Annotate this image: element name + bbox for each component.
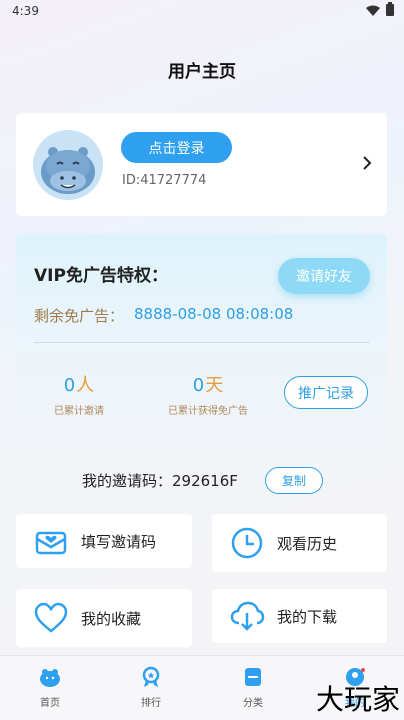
menu-fill-invite-code[interactable]: 填写邀请码 [16, 514, 192, 568]
clock-icon [231, 527, 263, 559]
copy-button[interactable]: 复制 [265, 467, 323, 494]
status-icons [366, 2, 394, 16]
stat-ad-free-days: 0 天 已累计获得免广告 [148, 371, 268, 417]
menu-label: 填写邀请码 [81, 532, 157, 551]
nav-label: 排行 [141, 698, 161, 709]
nav-label: 分类 [243, 698, 263, 709]
stat-number: 0 [63, 375, 76, 396]
category-icon [245, 668, 261, 686]
avatar[interactable] [33, 130, 103, 200]
status-bar: 4:39 [0, 0, 404, 24]
menu-label: 我的下载 [277, 607, 338, 626]
remaining-label: 剩余免广告： [34, 307, 125, 325]
medal-icon [142, 666, 160, 687]
stat-number: 0 [192, 375, 205, 396]
menu-watch-history[interactable]: 观看历史 [212, 514, 387, 572]
profile-card[interactable]: 点击登录 ID:41727774 [16, 113, 387, 216]
stat-unit: 天 [205, 375, 224, 396]
remaining-value: 8888-08-08 08:08:08 [134, 305, 294, 323]
divider [34, 342, 370, 343]
stat-invited: 0 人 已累计邀请 [34, 371, 124, 417]
user-id: ID:41727774 [122, 173, 207, 188]
chevron-right-icon[interactable] [361, 155, 373, 171]
nav-ranking[interactable]: 排行 [121, 666, 181, 709]
page-title: 用户主页 [168, 62, 236, 82]
nav-label: 首页 [40, 698, 60, 709]
stat-value: 0 人 [34, 371, 124, 397]
invite-code-text: 我的邀请码：292616F [82, 472, 238, 490]
heart-icon [34, 602, 68, 633]
menu-downloads[interactable]: 我的下载 [212, 589, 387, 643]
wifi-icon [366, 5, 380, 16]
stat-label: 已累计获得免广告 [168, 406, 248, 417]
login-button[interactable]: 点击登录 [121, 132, 232, 163]
vip-title: VIP免广告特权： [34, 266, 168, 286]
battery-icon [386, 2, 394, 16]
cloud-download-icon [230, 601, 265, 631]
watermark: 大玩家 [315, 683, 400, 716]
menu-label: 观看历史 [277, 534, 338, 553]
nav-home[interactable]: 首页 [20, 666, 80, 709]
status-time: 4:39 [12, 4, 39, 18]
invite-friend-button[interactable]: 邀请好友 [278, 258, 370, 294]
vip-card: VIP免广告特权： 邀请好友 剩余免广告： 8888-08-08 08:08:0… [16, 233, 387, 447]
hippo-avatar-icon [41, 147, 95, 194]
menu-label: 我的收藏 [81, 609, 142, 628]
menu-favorites[interactable]: 我的收藏 [16, 589, 192, 647]
stat-label: 已累计邀请 [54, 406, 104, 417]
hippo-icon [40, 669, 60, 687]
stat-value: 0 天 [148, 371, 268, 397]
stat-unit: 人 [76, 375, 95, 396]
mail-heart-icon [35, 531, 67, 555]
nav-category[interactable]: 分类 [223, 666, 283, 709]
promo-record-button[interactable]: 推广记录 [284, 376, 368, 409]
